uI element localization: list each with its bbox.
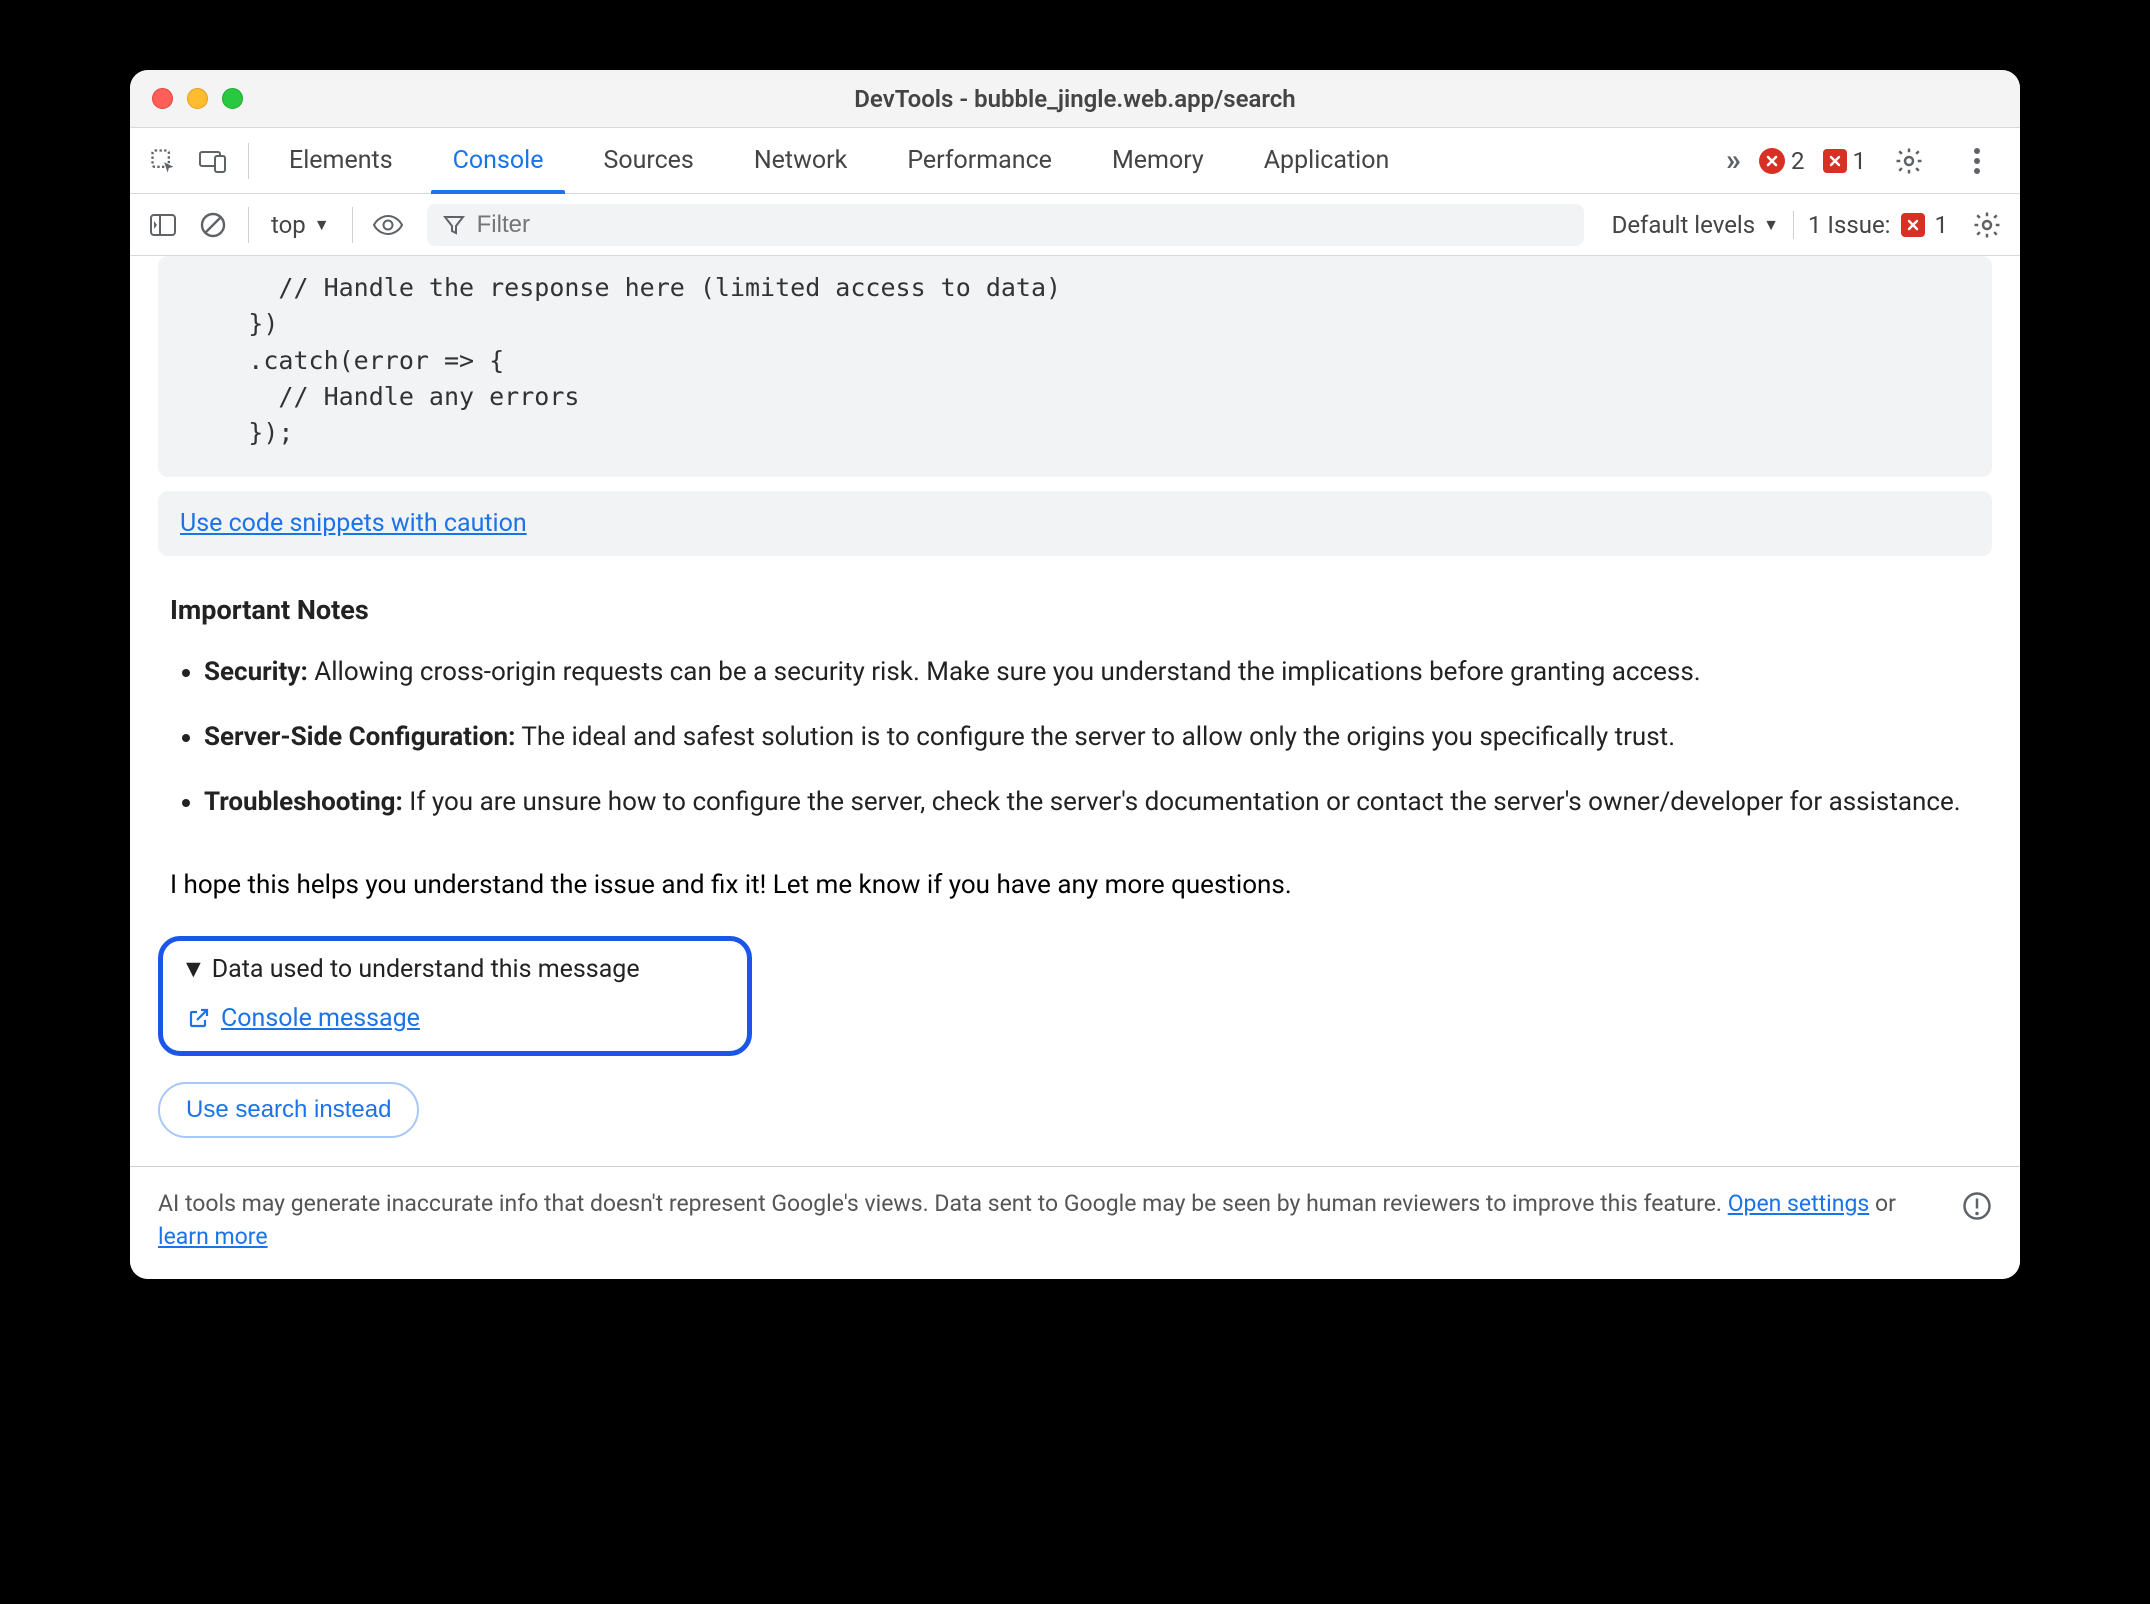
sidebar-toggle-icon[interactable] [142,204,184,246]
context-label: top [271,211,306,239]
filter-input[interactable] [477,211,1568,239]
divider [248,143,249,179]
inspect-element-icon[interactable] [142,140,184,182]
data-used-box: ▼ Data used to understand this message C… [158,936,752,1056]
dropdown-triangle-icon: ▼ [1763,215,1779,235]
ai-disclaimer-footer: AI tools may generate inaccurate info th… [130,1166,2020,1280]
disclaimer-text: AI tools may generate inaccurate info th… [158,1187,1942,1254]
tab-elements[interactable]: Elements [259,128,423,193]
use-search-button[interactable]: Use search instead [158,1082,419,1138]
ai-explanation-panel: // Handle the response here (limited acc… [130,256,2020,1279]
tab-console[interactable]: Console [423,128,574,193]
filter-icon [443,214,465,236]
info-warning-icon[interactable] [1962,1187,1992,1221]
tab-sources[interactable]: Sources [573,128,723,193]
code-snippet: // Handle the response here (limited acc… [158,256,1992,477]
disclosure-triangle-icon: ▼ [181,955,206,984]
external-link-icon [187,1006,211,1030]
window-title: DevTools - bubble_jingle.web.app/search [130,85,2020,113]
issues-summary[interactable]: 1 Issue: 1 [1793,211,1962,239]
error-icon [1759,148,1785,174]
tab-application[interactable]: Application [1234,128,1420,193]
issue-flag-icon [1823,149,1847,173]
context-selector[interactable]: top ▼ [259,211,342,239]
settings-icon[interactable] [1888,140,1930,182]
clear-console-icon[interactable] [192,204,234,246]
filter-input-wrapper [427,204,1584,246]
issues-badge[interactable]: 1 [1823,147,1867,175]
list-item: Security: Allowing cross-origin requests… [204,653,1980,692]
learn-more-link[interactable]: learn more [158,1223,268,1250]
tab-network[interactable]: Network [724,128,877,193]
console-filterbar: top ▼ Default levels ▼ 1 Issue: 1 [130,194,2020,256]
kebab-menu-icon[interactable] [1956,140,1998,182]
titlebar: DevTools - bubble_jingle.web.app/search [130,70,2020,128]
devtools-window: DevTools - bubble_jingle.web.app/search … [130,70,2020,1279]
tab-performance[interactable]: Performance [877,128,1082,193]
closing-text: I hope this helps you understand the iss… [130,866,2020,930]
issue-flag-icon [1901,213,1925,237]
issue-count: 1 [1853,147,1867,175]
dropdown-triangle-icon: ▼ [314,215,330,235]
list-item: Server-Side Configuration: The ideal and… [204,718,1980,757]
issues-count: 1 [1935,211,1949,239]
caution-banner: Use code snippets with caution [158,491,1992,556]
errors-badge[interactable]: 2 [1759,147,1805,175]
live-expression-icon[interactable] [367,204,409,246]
divider [352,207,353,243]
tab-memory[interactable]: Memory [1082,128,1234,193]
important-notes-section: Important Notes Security: Allowing cross… [130,582,2020,866]
console-message-link[interactable]: Console message [221,1004,420,1033]
log-levels-selector[interactable]: Default levels ▼ [1598,211,1793,239]
caution-link[interactable]: Use code snippets with caution [180,509,527,538]
summary-label: Data used to understand this message [212,955,640,984]
console-settings-icon[interactable] [1966,204,2008,246]
data-used-summary[interactable]: ▼ Data used to understand this message [181,955,729,984]
issues-label: 1 Issue: [1808,211,1891,239]
divider [248,207,249,243]
console-content: // Handle the response here (limited acc… [130,256,2020,1279]
levels-label: Default levels [1612,211,1756,239]
open-settings-link[interactable]: Open settings [1728,1190,1870,1217]
device-toolbar-icon[interactable] [192,140,234,182]
error-count: 2 [1791,147,1805,175]
section-heading: Important Notes [170,590,1980,631]
tabs-overflow-icon[interactable]: » [1726,143,1741,178]
list-item: Troubleshooting: If you are unsure how t… [204,783,1980,822]
main-tabbar: Elements Console Sources Network Perform… [130,128,2020,194]
